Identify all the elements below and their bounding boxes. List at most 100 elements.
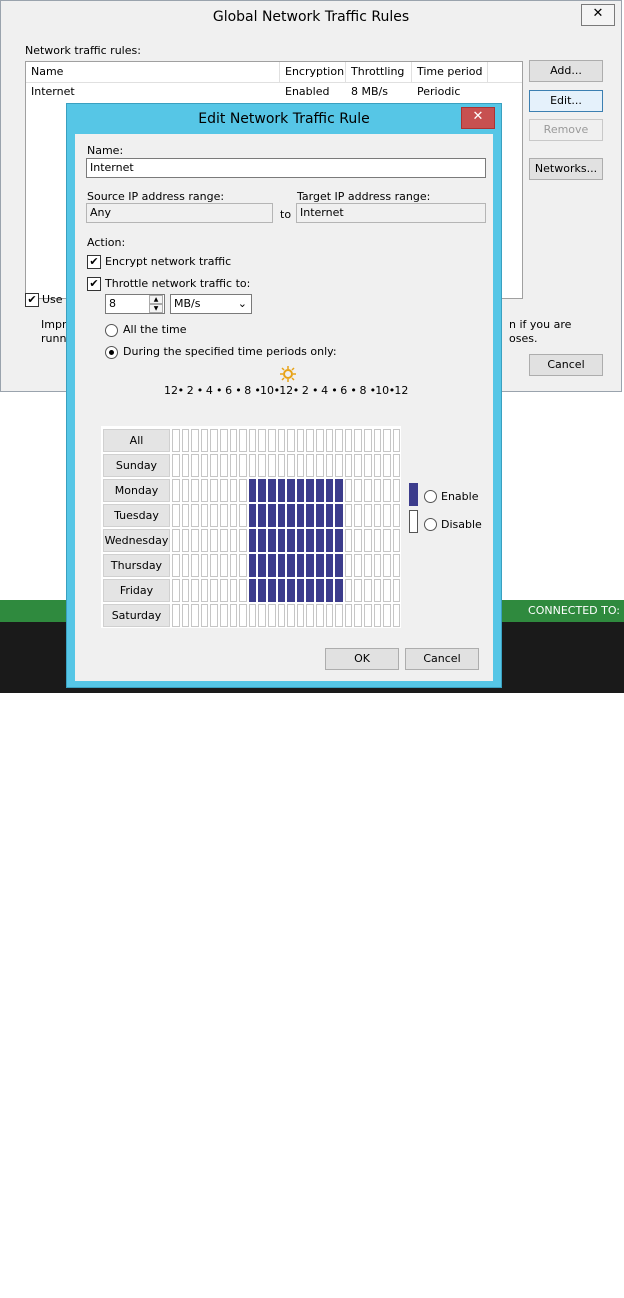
unit-select[interactable]: MB/s ⌄ (170, 294, 252, 314)
hour-toggle-all[interactable] (248, 429, 257, 452)
schedule-slot[interactable] (287, 479, 295, 502)
schedule-slot[interactable] (220, 604, 228, 627)
schedule-slot[interactable] (229, 604, 238, 627)
schedule-slot[interactable] (392, 504, 401, 527)
schedule-slot[interactable] (181, 579, 190, 602)
stepper-up-icon[interactable]: ▲ (149, 295, 163, 304)
schedule-slot[interactable] (373, 604, 382, 627)
encrypt-checkbox[interactable]: ✔ (87, 255, 101, 269)
schedule-slot[interactable] (277, 579, 286, 602)
day-button-all[interactable]: All (103, 429, 170, 452)
schedule-slot[interactable] (258, 604, 266, 627)
periods-radio[interactable] (105, 346, 118, 359)
schedule-slot[interactable] (287, 579, 295, 602)
schedule-slot[interactable] (181, 504, 190, 527)
schedule-slot[interactable] (191, 579, 199, 602)
schedule-slot[interactable] (373, 454, 382, 477)
hour-toggle-all[interactable] (364, 429, 372, 452)
schedule-slot[interactable] (172, 579, 180, 602)
schedule-slot[interactable] (277, 554, 286, 577)
schedule-slot[interactable] (200, 554, 209, 577)
schedule-slot[interactable] (200, 579, 209, 602)
schedule-slot[interactable] (392, 554, 401, 577)
schedule-slot[interactable] (229, 579, 238, 602)
schedule-slot[interactable] (316, 604, 324, 627)
schedule-slot[interactable] (335, 504, 343, 527)
hour-toggle-all[interactable] (335, 429, 343, 452)
schedule-slot[interactable] (296, 529, 305, 552)
schedule-slot[interactable] (325, 529, 334, 552)
hour-toggle-all[interactable] (191, 429, 199, 452)
schedule-slot[interactable] (210, 554, 218, 577)
schedule-slot[interactable] (316, 454, 324, 477)
schedule-slot[interactable] (383, 504, 391, 527)
schedule-slot[interactable] (210, 504, 218, 527)
schedule-slot[interactable] (258, 529, 266, 552)
day-button-thursday[interactable]: Thursday (103, 554, 170, 577)
schedule-slot[interactable] (191, 604, 199, 627)
schedule-slot[interactable] (172, 554, 180, 577)
day-button-tuesday[interactable]: Tuesday (103, 504, 170, 527)
target-field[interactable]: Internet (296, 203, 486, 223)
schedule-slot[interactable] (200, 504, 209, 527)
networks-button[interactable]: Networks... (529, 158, 603, 180)
hour-toggle-all[interactable] (354, 429, 362, 452)
schedule-slot[interactable] (392, 479, 401, 502)
schedule-slot[interactable] (191, 504, 199, 527)
schedule-slot[interactable] (248, 554, 257, 577)
schedule-slot[interactable] (248, 479, 257, 502)
edit-button[interactable]: Edit... (529, 90, 603, 112)
schedule-slot[interactable] (287, 604, 295, 627)
schedule-slot[interactable] (277, 504, 286, 527)
schedule-slot[interactable] (392, 529, 401, 552)
stepper-down-icon[interactable]: ▼ (149, 304, 163, 313)
schedule-slot[interactable] (354, 454, 362, 477)
schedule-slot[interactable] (258, 579, 266, 602)
column-header[interactable]: Time period (412, 62, 488, 82)
schedule-slot[interactable] (296, 504, 305, 527)
schedule-slot[interactable] (191, 454, 199, 477)
schedule-slot[interactable] (383, 454, 391, 477)
schedule-slot[interactable] (296, 604, 305, 627)
schedule-slot[interactable] (335, 604, 343, 627)
schedule-slot[interactable] (344, 579, 353, 602)
schedule-slot[interactable] (200, 529, 209, 552)
schedule-slot[interactable] (239, 579, 247, 602)
schedule-slot[interactable] (248, 504, 257, 527)
schedule-slot[interactable] (181, 604, 190, 627)
schedule-slot[interactable] (344, 479, 353, 502)
hour-toggle-all[interactable] (200, 429, 209, 452)
schedule-slot[interactable] (277, 529, 286, 552)
schedule-slot[interactable] (200, 479, 209, 502)
schedule-slot[interactable] (306, 504, 314, 527)
schedule-slot[interactable] (306, 604, 314, 627)
dialog-close-button[interactable]: ✕ (461, 107, 495, 129)
schedule-slot[interactable] (296, 479, 305, 502)
schedule-slot[interactable] (392, 579, 401, 602)
day-button-monday[interactable]: Monday (103, 479, 170, 502)
schedule-slot[interactable] (258, 504, 266, 527)
schedule-slot[interactable] (296, 554, 305, 577)
schedule-slot[interactable] (210, 529, 218, 552)
schedule-slot[interactable] (335, 554, 343, 577)
schedule-slot[interactable] (220, 579, 228, 602)
schedule-slot[interactable] (354, 554, 362, 577)
schedule-slot[interactable] (210, 604, 218, 627)
name-field[interactable]: Internet (86, 158, 486, 178)
schedule-slot[interactable] (268, 454, 276, 477)
schedule-slot[interactable] (325, 579, 334, 602)
schedule-slot[interactable] (364, 504, 372, 527)
schedule-slot[interactable] (191, 529, 199, 552)
schedule-slot[interactable] (200, 454, 209, 477)
schedule-slot[interactable] (268, 529, 276, 552)
schedule-slot[interactable] (325, 604, 334, 627)
hour-toggle-all[interactable] (172, 429, 180, 452)
schedule-slot[interactable] (316, 579, 324, 602)
all-time-radio[interactable] (105, 324, 118, 337)
hour-toggle-all[interactable] (239, 429, 247, 452)
schedule-slot[interactable] (220, 554, 228, 577)
schedule-slot[interactable] (344, 554, 353, 577)
hour-toggle-all[interactable] (316, 429, 324, 452)
schedule-slot[interactable] (287, 529, 295, 552)
day-button-friday[interactable]: Friday (103, 579, 170, 602)
